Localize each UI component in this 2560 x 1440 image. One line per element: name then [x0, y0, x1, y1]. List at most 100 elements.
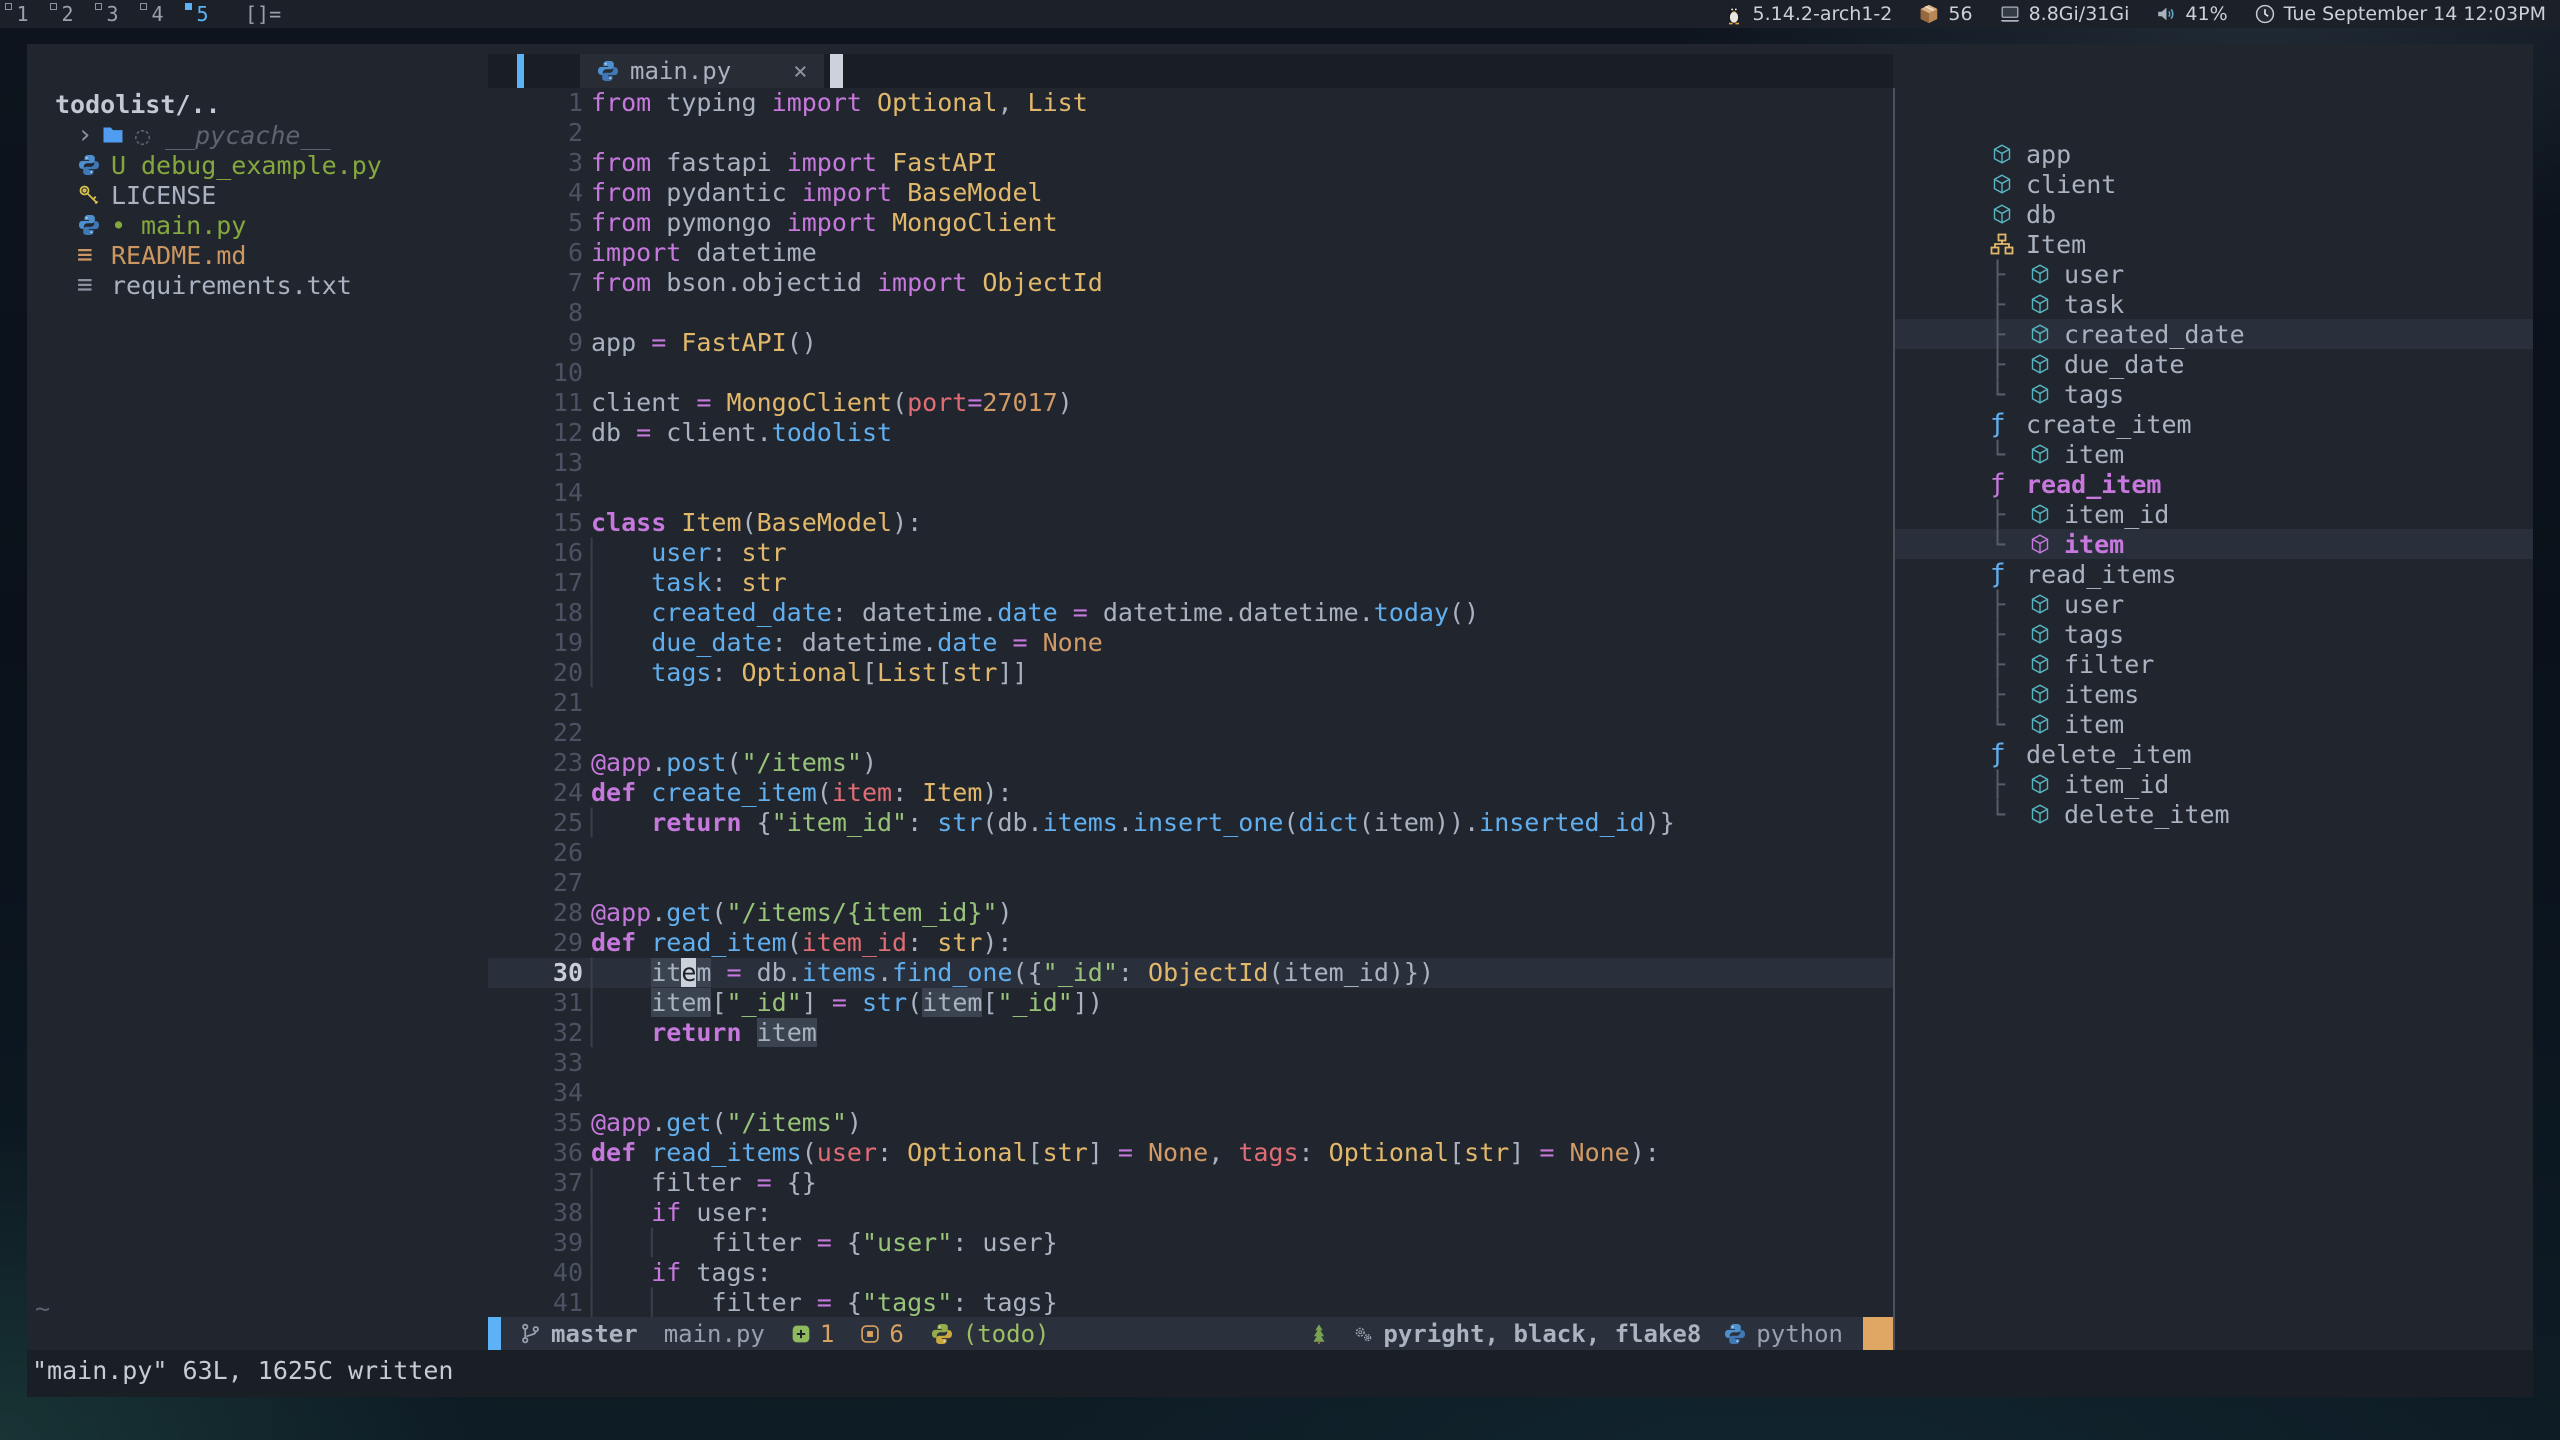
code-line-text: from pymongo import MongoClient [591, 208, 1058, 238]
symbol-create_item[interactable]: ƒcreate_item [1895, 409, 2533, 439]
code-line-23[interactable]: 23@app.post("/items") [488, 748, 1893, 778]
symbol-user[interactable]: ├user [1895, 259, 2533, 289]
statusline-segment-python: python [1723, 1320, 1843, 1348]
workspace-1[interactable]: 1 [0, 0, 45, 28]
workspace-number: 3 [106, 2, 118, 26]
code-line-24[interactable]: 24def create_item(item: Item): [488, 778, 1893, 808]
code-line-27[interactable]: 27 [488, 868, 1893, 898]
code-line-35[interactable]: 35@app.get("/items") [488, 1108, 1893, 1138]
code-line-8[interactable]: 8 [488, 298, 1893, 328]
code-line-28[interactable]: 28@app.get("/items/{item_id}") [488, 898, 1893, 928]
symbol-app[interactable]: app [1895, 139, 2533, 169]
code-line-37[interactable]: 37▏ filter = {} [488, 1168, 1893, 1198]
tree-item-requirements.txt[interactable]: ≡requirements.txt [27, 270, 488, 300]
code-line-4[interactable]: 4from pydantic import BaseModel [488, 178, 1893, 208]
code-line-7[interactable]: 7from bson.objectid import ObjectId [488, 268, 1893, 298]
code-line-31[interactable]: 31▏ item["_id"] = str(item["_id"]) [488, 988, 1893, 1018]
code-line-41[interactable]: 41▏ ▏ filter = {"tags": tags} [488, 1288, 1893, 1318]
code-line-3[interactable]: 3from fastapi import FastAPI [488, 148, 1893, 178]
tree-connector: ├ [1990, 500, 2028, 529]
code-line-39[interactable]: 39▏ ▏ filter = {"user": user} [488, 1228, 1893, 1258]
code-line-20[interactable]: 20▏ tags: Optional[List[str]] [488, 658, 1893, 688]
code-line-18[interactable]: 18▏ created_date: datetime.date = dateti… [488, 598, 1893, 628]
tree-item-README.md[interactable]: ≡README.md [27, 240, 488, 270]
tree-item-debug_example.py[interactable]: Udebug_example.py [27, 150, 488, 180]
tree-connector: └ [1990, 440, 2028, 469]
code-line-5[interactable]: 5 from pymongo import MongoClient [488, 208, 1893, 238]
code-line-19[interactable]: 19▏ due_date: datetime.date = None [488, 628, 1893, 658]
code-line-17[interactable]: 17▏ task: str [488, 568, 1893, 598]
statusline-left: mastermain.py16(todo) [488, 1317, 1075, 1350]
symbol-due_date[interactable]: ├due_date [1895, 349, 2533, 379]
code-line-12[interactable]: 12db = client.todolist [488, 418, 1893, 448]
symbol-user[interactable]: ├user [1895, 589, 2533, 619]
workspace-2[interactable]: 2 [45, 0, 90, 28]
code-line-21[interactable]: 21 [488, 688, 1893, 718]
code-line-22[interactable]: 22 [488, 718, 1893, 748]
symbol-task[interactable]: ├task [1895, 289, 2533, 319]
line-number: 13 [488, 448, 583, 478]
line-number: 39 [488, 1228, 583, 1258]
tree-item-__pycache__[interactable]: ›◌__pycache__ [27, 120, 488, 150]
tabline-accent-bar [517, 54, 524, 88]
line-number: 3 [488, 148, 583, 178]
symbol-read_items[interactable]: ƒread_items [1895, 559, 2533, 589]
tree-item-main.py[interactable]: •main.py [27, 210, 488, 240]
tree-root-folder[interactable]: todolist/.. [55, 90, 488, 120]
symbol-item[interactable]: └item [1895, 709, 2533, 739]
line-number: 12 [488, 418, 583, 448]
code-line-25[interactable]: 25▏ return {"item_id": str(db.items.inse… [488, 808, 1893, 838]
code-line-1[interactable]: 1from typing import Optional, List [488, 88, 1893, 118]
symbol-db[interactable]: db [1895, 199, 2533, 229]
code-line-40[interactable]: 40▏ if tags: [488, 1258, 1893, 1288]
code-line-6[interactable]: 6import datetime [488, 238, 1893, 268]
code-line-16[interactable]: 16▏ user: str [488, 538, 1893, 568]
symbol-item[interactable]: └item [1895, 529, 2533, 559]
code-line-13[interactable]: 13 [488, 448, 1893, 478]
python-icon [1723, 1322, 1747, 1346]
code-line-15[interactable]: 15class Item(BaseModel): [488, 508, 1893, 538]
workspace-5[interactable]: 5 [180, 0, 225, 28]
symbol-filter[interactable]: ├filter [1895, 649, 2533, 679]
symbol-label: item_id [2064, 500, 2169, 529]
code-line-34[interactable]: 34 [488, 1078, 1893, 1108]
symbol-client[interactable]: client [1895, 169, 2533, 199]
tree-item-LICENSE[interactable]: LICENSE [27, 180, 488, 210]
tab-close-icon[interactable]: × [793, 57, 807, 85]
symbol-item[interactable]: └item [1895, 439, 2533, 469]
layout-indicator[interactable]: []= [245, 2, 281, 26]
tab-main-py[interactable]: main.py × [580, 54, 824, 88]
symbol-created_date[interactable]: ├created_date [1895, 319, 2533, 349]
code-line-text: ▏ due_date: datetime.date = None [591, 628, 1103, 658]
code-line-11[interactable]: 11client = MongoClient(port=27017) [488, 388, 1893, 418]
code-line-30[interactable]: 30 ▏ item = db.items.find_one({"_id": Obj… [488, 958, 1893, 988]
code-line-32[interactable]: 32▏ return item [488, 1018, 1893, 1048]
code-line-26[interactable]: 26 [488, 838, 1893, 868]
symbol-delete_item[interactable]: ƒdelete_item [1895, 739, 2533, 769]
tree-item-label: LICENSE [111, 181, 216, 210]
diff-mod-icon [860, 1324, 880, 1344]
code-line-36[interactable]: 36def read_items(user: Optional[str] = N… [488, 1138, 1893, 1168]
symbol-delete_item[interactable]: └delete_item [1895, 799, 2533, 829]
workspace-3[interactable]: 3 [90, 0, 135, 28]
line-number: 5 [488, 208, 583, 238]
code-line-2[interactable]: 2 [488, 118, 1893, 148]
symbol-items[interactable]: ├items [1895, 679, 2533, 709]
code-line-14[interactable]: 14 [488, 478, 1893, 508]
symbol-item_id[interactable]: ├item_id [1895, 769, 2533, 799]
code-line-10[interactable]: 10 [488, 358, 1893, 388]
code-line-33[interactable]: 33 [488, 1048, 1893, 1078]
line-number: 30 [488, 958, 583, 988]
symbol-read_item[interactable]: ƒread_item [1895, 469, 2533, 499]
workspace-4[interactable]: 4 [135, 0, 180, 28]
symbol-tags[interactable]: └tags [1895, 379, 2533, 409]
variable-icon [2028, 592, 2058, 616]
code-line-9[interactable]: 9app = FastAPI() [488, 328, 1893, 358]
code-line-text: ▏ item = db.items.find_one({"_id": Objec… [591, 958, 1434, 988]
symbol-item_id[interactable]: ├ item_id [1895, 499, 2533, 529]
variable-icon [2028, 352, 2058, 376]
code-line-29[interactable]: 29def read_item(item_id: str): [488, 928, 1893, 958]
code-line-38[interactable]: 38▏ if user: [488, 1198, 1893, 1228]
symbol-tags[interactable]: ├tags [1895, 619, 2533, 649]
symbol-Item[interactable]: Item [1895, 229, 2533, 259]
